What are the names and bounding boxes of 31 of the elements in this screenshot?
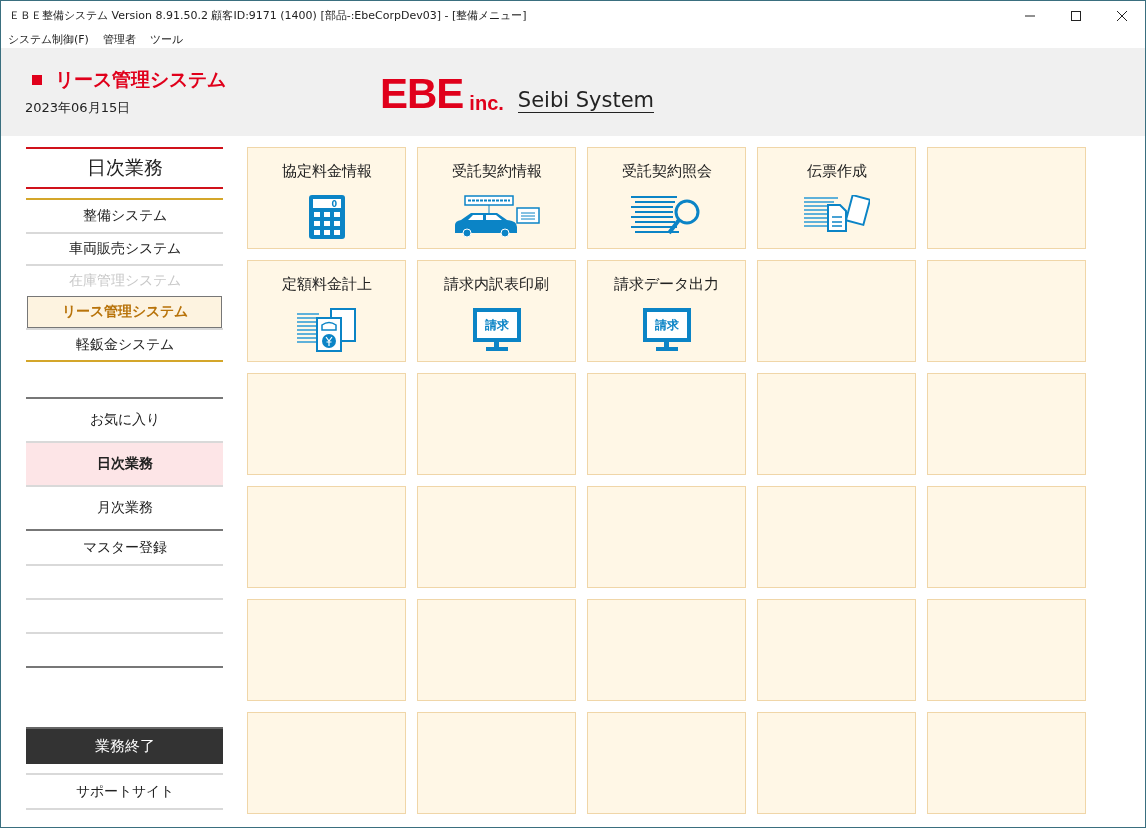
menu-tile[interactable]: 協定料金情報 0 [247,147,406,249]
menu-item[interactable]: 管理者 [102,31,136,47]
menu-list-item[interactable]: お気に入り [26,399,223,441]
section-title: 日次業務 [26,147,223,189]
logo-suffix: inc. [469,91,504,115]
menu-tile[interactable]: 受託契約情報 [417,147,576,249]
calculator-icon: 0 [308,195,345,239]
logo-text: EBE [380,73,464,115]
system-item[interactable]: 軽鈑金システム [26,328,223,360]
menu-tile[interactable]: 定額料金計上 [247,260,406,362]
menu-tile[interactable]: 受託契約照会 [587,147,746,249]
system-item[interactable]: 整備システム [26,200,223,232]
system-name: リース管理システム [55,67,226,92]
car-icon [452,195,541,237]
documents-icon [803,195,870,233]
exit-button[interactable]: 業務終了 [26,727,223,764]
menu-item[interactable]: ツール [149,31,183,47]
window-title: ＥＢＥ整備システム Version 8.91.50.2 顧客ID:9171 (1400) [部品-:EbeCorpDev03] - [整備メニュー] [9,8,528,23]
menu-list-item[interactable]: 日次業務 [26,441,223,485]
menu-item[interactable]: システム制御(F) [8,31,89,47]
yen-document-icon [296,308,357,352]
menu-tile[interactable]: 請求データ出力 請求 [587,260,746,362]
menu-list-item[interactable]: マスター登録 [26,529,223,564]
menu-tile[interactable]: 伝票作成 [757,147,916,249]
square-icon [32,75,42,85]
system-item[interactable]: 車両販売システム [26,232,223,264]
menu-list-item[interactable]: 月次業務 [26,485,223,529]
date-text: 2023年06月15日 [25,99,132,117]
logo-subtitle: Seibi System [517,88,655,113]
menu-tile[interactable]: 請求内訳表印刷 請求 [417,260,576,362]
support-link[interactable]: サポートサイト [26,773,223,810]
